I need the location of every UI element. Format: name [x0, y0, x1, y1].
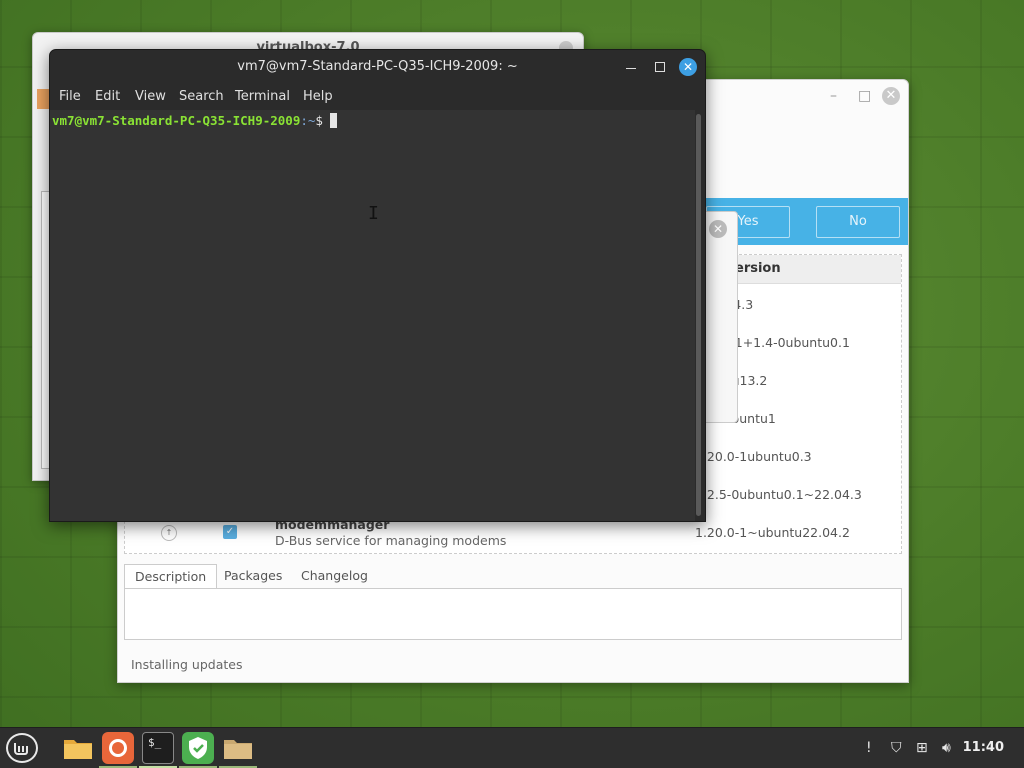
folder-shape-icon — [64, 740, 92, 759]
volume-icon[interactable]: 🔊︎ — [942, 740, 951, 756]
version-cell: 1.20.0-1ubuntu0.3 — [695, 449, 812, 464]
shell-prompt: vm7@vm7-Standard-PC-Q35-ICH9-2009:~$ — [52, 113, 337, 128]
terminal-output[interactable]: vm7@vm7-Standard-PC-Q35-ICH9-2009:~$ — [50, 110, 695, 521]
description-panel — [124, 588, 902, 640]
tab-packages[interactable]: Packages — [214, 564, 292, 588]
version-column-header: ersion — [735, 261, 781, 276]
shield-icon[interactable]: ⛉ — [891, 740, 902, 756]
menu-file[interactable]: File — [59, 89, 81, 104]
terminal-title: vm7@vm7-Standard-PC-Q35-ICH9-2009: ~ — [237, 59, 518, 74]
prompt-symbol: $ — [315, 113, 323, 128]
folder-icon[interactable] — [222, 732, 254, 764]
minimize-icon[interactable] — [626, 68, 636, 69]
prompt-user-host: vm7@vm7-Standard-PC-Q35-ICH9-2009 — [52, 113, 301, 128]
mouse-ibeam-cursor-icon: I — [368, 203, 379, 224]
notifications-icon[interactable]: ! — [866, 740, 872, 756]
clock[interactable]: 11:40 — [963, 740, 1004, 755]
minimize-icon[interactable]: – — [830, 88, 837, 104]
mint-menu-icon[interactable] — [6, 733, 38, 763]
menu-view[interactable]: View — [135, 89, 166, 104]
terminal-glyph: $_ — [148, 736, 162, 749]
menu-search[interactable]: Search — [179, 89, 224, 104]
no-button[interactable]: No — [816, 206, 900, 238]
close-icon[interactable]: ✕ — [679, 58, 697, 76]
taskbar: $_ ! ⛉ ⊞ 🔊︎ 11:40 — [0, 727, 1024, 768]
menu-edit[interactable]: Edit — [95, 89, 120, 104]
tab-changelog[interactable]: Changelog — [291, 564, 378, 588]
update-manager-shield-icon[interactable] — [182, 732, 214, 764]
status-text: Installing updates — [131, 657, 243, 672]
text-cursor — [329, 113, 337, 128]
package-type-icon: ↑ — [161, 525, 177, 541]
files-icon[interactable] — [62, 732, 94, 764]
folder-shape-icon — [224, 740, 252, 759]
firefox-icon[interactable] — [102, 732, 134, 764]
mint-logo-icon — [14, 743, 28, 755]
menu-terminal[interactable]: Terminal — [235, 89, 290, 104]
terminal-menubar: File Edit View Search Terminal Help — [50, 84, 705, 110]
prompt-path: :~ — [300, 113, 316, 128]
package-checkbox[interactable]: ✓ — [223, 525, 237, 539]
tab-description[interactable]: Description — [124, 564, 218, 590]
terminal-scrollbar[interactable] — [696, 114, 701, 516]
close-icon[interactable]: ✕ — [882, 87, 900, 105]
terminal-window[interactable]: vm7@vm7-Standard-PC-Q35-ICH9-2009: ~ ✕ F… — [49, 49, 706, 522]
dialog-close-icon[interactable]: ✕ — [709, 220, 727, 238]
terminal-icon[interactable]: $_ — [142, 732, 174, 764]
version-cell: 1.20.0-1~ubuntu22.04.2 — [695, 525, 850, 540]
menu-help[interactable]: Help — [303, 89, 333, 104]
shield-shape-icon — [189, 737, 207, 759]
version-cell: 2.2.5-0ubuntu0.1~22.04.3 — [695, 487, 862, 502]
firefox-shape-icon — [109, 739, 127, 757]
maximize-icon[interactable]: □ — [858, 88, 871, 104]
network-icon[interactable]: ⊞ — [916, 740, 928, 756]
maximize-icon[interactable] — [655, 62, 665, 72]
package-description: D-Bus service for managing modems — [275, 533, 507, 548]
